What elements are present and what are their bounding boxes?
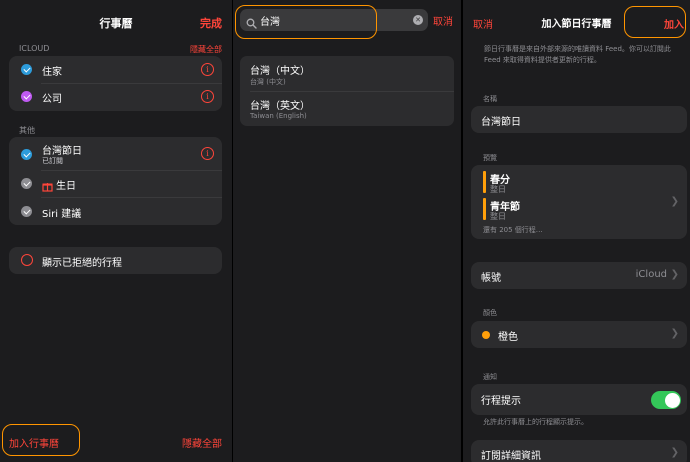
color-dot-icon [482,331,490,339]
account-label: 帳號 [481,273,501,284]
icloud-section-label: ICLOUD [19,44,50,53]
name-value[interactable]: 台灣節日 [481,113,521,128]
search-field[interactable]: 台灣 ✕ [240,9,428,31]
holiday-search-panel: 台灣 ✕ 取消 台灣（中文） 台灣 (中文) 台灣（英文） Taiwan (En… [233,0,461,462]
checkmark-icon[interactable] [21,206,32,217]
result-title: 台灣（中文） [250,66,310,77]
checkmark-icon[interactable] [21,64,32,75]
subscription-details-row[interactable]: 訂閱詳細資訊 ❯ [471,440,687,462]
checkmark-icon[interactable] [21,91,32,102]
calendar-row-taiwan-holidays[interactable]: 台灣節日 已訂閱 i [9,137,222,170]
chevron-right-icon: ❯ [670,196,679,207]
color-name: 橙色 [498,332,518,343]
account-row[interactable]: 帳號 iCloud ❯ [471,262,687,289]
event-alerts-label: 行程提示 [481,396,521,407]
show-declined-row[interactable]: 顯示已拒絕的行程 [9,247,222,274]
info-icon[interactable]: i [201,147,214,160]
subscribed-label: 已訂閱 [42,157,63,165]
name-section-label: 名稱 [483,95,497,103]
calendar-row-home[interactable]: 住家 i [9,56,222,83]
chevron-right-icon: ❯ [670,269,679,280]
preview-card[interactable]: 春分 整日 青年節 整日 還有 205 個行程… ❯ [471,165,687,239]
add-button[interactable]: 加入 [664,16,684,31]
preview-event-sub: 整日 [490,212,506,221]
event-alerts-row: 行程提示 [471,384,687,415]
notifications-section-label: 通知 [483,373,497,381]
calendar-label: 公司 [42,94,62,105]
empty-circle-icon[interactable] [21,254,33,266]
chevron-right-icon: ❯ [670,447,679,458]
calendar-row-siri-suggestions[interactable]: Siri 建議 [9,198,222,225]
search-results-list: 台灣（中文） 台灣 (中文) 台灣（英文） Taiwan (English) [240,56,454,126]
search-result-row[interactable]: 台灣（英文） Taiwan (English) [240,92,454,126]
calendars-panel: 行事曆 完成 ICLOUD 隱藏全部 住家 i 公司 i 其他 台灣節日 已訂閱… [0,0,232,462]
info-icon[interactable]: i [201,90,214,103]
name-field[interactable]: 台灣節日 [471,106,687,133]
info-icon[interactable]: i [201,63,214,76]
event-alerts-note: 允許此行事曆上的行程顯示提示。 [483,418,588,426]
result-subtitle: 台灣 (中文) [250,78,286,86]
calendar-row-birthdays[interactable]: 生日 [9,171,222,197]
calendar-label: 台灣節日 [42,146,82,157]
add-cancel-button[interactable]: 取消 [473,16,493,31]
add-holiday-calendar-panel: 加入節日行事曆 取消 加入 節日行事曆是來自外部來源的唯讀資料 Feed。你可以… [463,0,690,462]
feed-description: 節日行事曆是來自外部來源的唯讀資料 Feed。你可以訂閱此 Feed 來取得資料… [484,45,671,64]
preview-event-sub: 整日 [490,185,506,194]
done-button[interactable]: 完成 [200,15,222,31]
icloud-calendar-list: 住家 i 公司 i [9,56,222,111]
checkmark-icon[interactable] [21,178,32,189]
chevron-right-icon: ❯ [670,328,679,339]
subscription-details-label: 訂閱詳細資訊 [481,451,541,462]
search-result-row[interactable]: 台灣（中文） 台灣 (中文) [240,56,454,91]
checkmark-icon[interactable] [21,149,32,160]
gift-icon [42,177,53,192]
search-cancel-button[interactable]: 取消 [433,13,453,28]
color-row[interactable]: 橙色 ❯ [471,321,687,348]
other-section-label: 其他 [19,126,35,135]
calendar-row-work[interactable]: 公司 i [9,84,222,111]
add-calendar-button[interactable]: 加入行事曆 [9,435,59,450]
hide-all-icloud-button[interactable]: 隱藏全部 [190,44,222,55]
result-subtitle: Taiwan (English) [250,112,307,120]
calendar-label: Siri 建議 [42,209,82,220]
preview-more-label: 還有 205 個行程… [483,226,543,234]
account-value: iCloud [635,269,667,280]
hide-all-bottom-button[interactable]: 隱藏全部 [182,435,222,450]
search-input[interactable]: 台灣 [260,13,280,28]
clear-icon[interactable]: ✕ [413,15,423,25]
result-title: 台灣（英文） [250,101,310,112]
preview-section-label: 預覽 [483,154,497,162]
color-section-label: 顏色 [483,309,497,317]
event-alerts-toggle[interactable] [651,391,681,409]
event-color-bar [483,171,486,193]
search-icon [246,14,257,33]
calendars-title: 行事曆 [99,17,133,30]
show-declined-label: 顯示已拒絕的行程 [42,258,122,269]
calendar-label: 生日 [56,181,76,192]
add-holiday-title: 加入節日行事曆 [541,19,612,30]
other-calendar-list: 台灣節日 已訂閱 i 生日 Siri 建議 [9,137,222,225]
calendar-label: 住家 [42,67,62,78]
event-color-bar [483,198,486,220]
